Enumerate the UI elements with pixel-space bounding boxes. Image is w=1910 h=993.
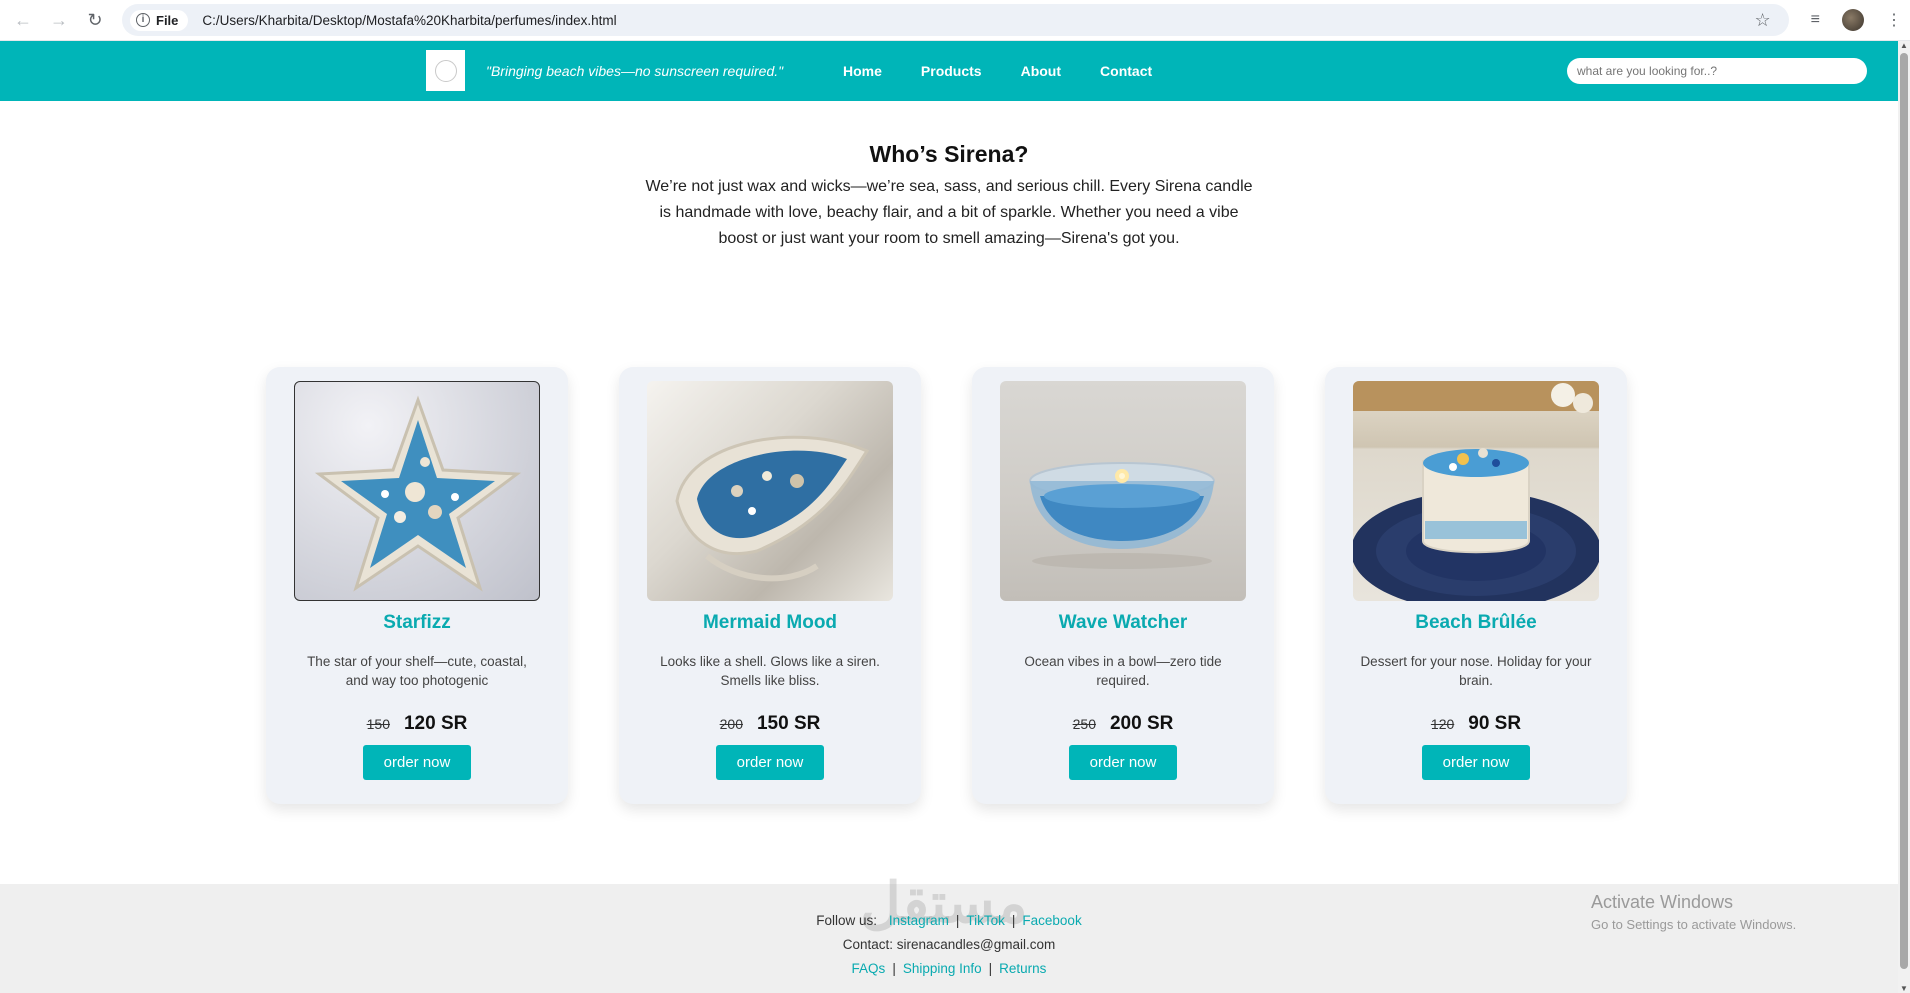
- menu-item-contact[interactable]: Contact: [1100, 63, 1152, 79]
- reload-icon[interactable]: ↻: [80, 5, 110, 35]
- shipping-info-link[interactable]: Shipping Info: [903, 961, 982, 976]
- about-text: We’re not just wax and wicks—we’re sea, …: [645, 178, 1253, 247]
- footer-links: FAQs | Shipping Info | Returns: [0, 961, 1898, 976]
- browser-toolbar: ← → ↻ i File C:/Users/Kharbita/Desktop/M…: [0, 0, 1910, 41]
- old-price: 250: [1072, 716, 1096, 732]
- footer-separator: |: [1011, 913, 1016, 928]
- tiktok-link[interactable]: TikTok: [966, 913, 1005, 928]
- footer-contact: Contact: sirenacandles@gmail.com: [842, 937, 1056, 952]
- page-scrollbar[interactable]: ▲ ▼: [1898, 41, 1910, 993]
- product-photo-shell-candle: [647, 381, 893, 601]
- order-now-button[interactable]: order now: [1422, 745, 1530, 780]
- product-grid: Starfizz The star of your shelf—cute, co…: [266, 367, 1627, 804]
- old-price: 150: [366, 716, 390, 732]
- product-title: Mermaid Mood: [702, 612, 838, 633]
- product-card: Wave Watcher Ocean vibes in a bowl—zero …: [972, 367, 1274, 804]
- product-title: Starfizz: [383, 612, 451, 633]
- url-text[interactable]: C:/Users/Kharbita/Desktop/Mostafa%20Khar…: [202, 13, 1754, 28]
- media-control-icon[interactable]: ≡: [1811, 11, 1820, 29]
- sirena-logo[interactable]: [426, 50, 465, 91]
- new-price: 120 SR: [403, 713, 468, 734]
- returns-link[interactable]: Returns: [999, 961, 1046, 976]
- old-price: 120: [1430, 716, 1455, 732]
- new-price: 90 SR: [1468, 713, 1522, 734]
- facebook-link[interactable]: Facebook: [1022, 913, 1081, 928]
- site-footer: مستقل Follow us: Instagram | TikTok | Facebo…: [0, 871, 1898, 993]
- new-price: 150 SR: [756, 713, 821, 734]
- new-price: 200 SR: [1109, 713, 1174, 734]
- site-info-chip[interactable]: i File: [130, 9, 189, 31]
- product-title: Beach Brûlée: [1415, 612, 1537, 633]
- activate-title: Activate Windows: [1591, 892, 1734, 912]
- footer-separator: |: [988, 961, 993, 976]
- product-photo-starfish-candle: [294, 381, 540, 601]
- product-card: Starfizz The star of your shelf—cute, co…: [266, 367, 568, 804]
- windows-activation-notice: Activate Windows Go to Settings to activ…: [1591, 892, 1796, 932]
- address-bar[interactable]: i File C:/Users/Kharbita/Desktop/Mostafa…: [122, 4, 1789, 36]
- about-section: Who’s Sirena? We’re not just wax and wic…: [0, 141, 1898, 252]
- main-menu: Home Products About Contact: [843, 63, 1152, 79]
- product-description: Ocean vibes in a bowl—zero tide required…: [1024, 654, 1222, 688]
- product-photo-bowl-candle: [1000, 381, 1246, 601]
- menu-item-products[interactable]: Products: [921, 63, 982, 79]
- price-block: 120 90 SR: [1431, 713, 1521, 735]
- forward-arrow-icon[interactable]: →: [44, 5, 74, 35]
- follow-label: Follow us:: [816, 913, 878, 928]
- back-arrow-icon[interactable]: ←: [8, 5, 38, 35]
- old-price: 200: [719, 716, 743, 732]
- product-card: Mermaid Mood Looks like a shell. Glows l…: [619, 367, 921, 804]
- bookmark-star-icon[interactable]: ☆: [1755, 10, 1771, 31]
- product-description: Dessert for your nose. Holiday for your …: [1360, 654, 1592, 688]
- order-now-button[interactable]: order now: [1069, 745, 1177, 780]
- menu-item-home[interactable]: Home: [843, 63, 882, 79]
- site-header: "Bringing beach vibes—no sunscreen requi…: [0, 41, 1898, 101]
- product-photo-jar-candle: [1353, 381, 1599, 601]
- product-card: Beach Brûlée Dessert for your nose. Holi…: [1325, 367, 1627, 804]
- scroll-down-icon[interactable]: ▼: [1900, 984, 1908, 993]
- logo-mark-icon: [434, 59, 457, 82]
- header-tagline: "Bringing beach vibes—no sunscreen requi…: [486, 63, 784, 79]
- price-block: 200 150 SR: [720, 713, 821, 735]
- product-title: Wave Watcher: [1058, 612, 1188, 633]
- faqs-link[interactable]: FAQs: [852, 961, 886, 976]
- instagram-link[interactable]: Instagram: [889, 913, 949, 928]
- footer-separator: |: [955, 913, 960, 928]
- order-now-button[interactable]: order now: [716, 745, 824, 780]
- scroll-thumb[interactable]: [1900, 53, 1908, 969]
- site-chip-label: File: [156, 12, 179, 28]
- order-now-button[interactable]: order now: [363, 745, 471, 780]
- product-description: Looks like a shell. Glows like a siren. …: [660, 654, 880, 688]
- search-input[interactable]: [1567, 58, 1867, 84]
- scroll-up-icon[interactable]: ▲: [1900, 41, 1908, 50]
- profile-avatar[interactable]: [1842, 9, 1864, 31]
- product-description: The star of your shelf—cute, coastal, an…: [307, 654, 527, 688]
- price-block: 150 120 SR: [367, 713, 468, 735]
- menu-item-about[interactable]: About: [1021, 63, 1061, 79]
- price-block: 250 200 SR: [1073, 713, 1174, 735]
- activate-subtitle: Go to Settings to activate Windows.: [1591, 917, 1797, 932]
- footer-separator: |: [892, 961, 896, 976]
- kebab-menu-icon[interactable]: ⋮: [1886, 10, 1902, 30]
- about-title: Who’s Sirena?: [869, 141, 1029, 167]
- info-icon: i: [136, 13, 150, 27]
